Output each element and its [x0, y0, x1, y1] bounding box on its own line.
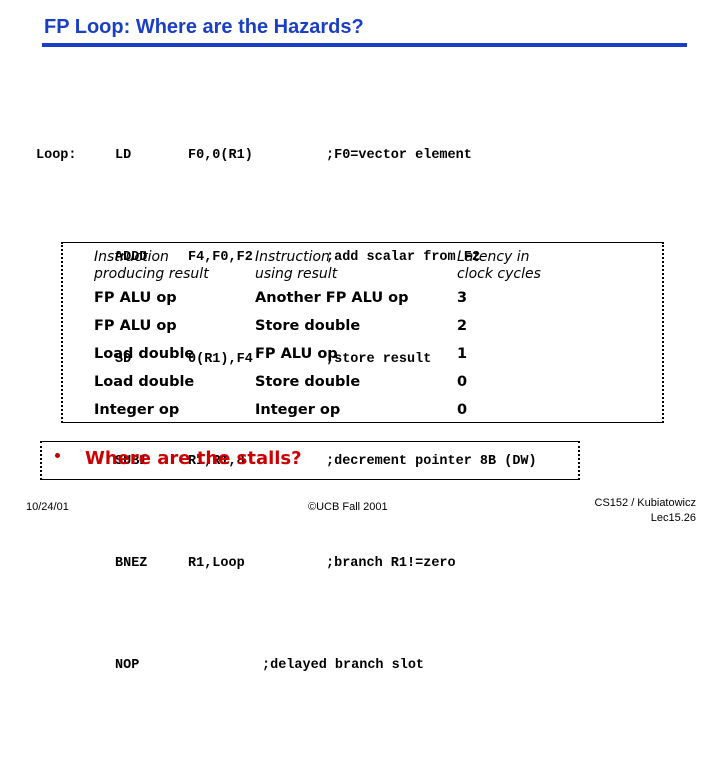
- table-header-producing: Instruction producing result: [94, 249, 209, 282]
- table-cell-latency: 3: [457, 290, 468, 306]
- table-cell-using: Another FP ALU op: [255, 290, 409, 306]
- table-cell-producing: FP ALU op: [94, 318, 177, 334]
- code-line: BNEZ R1,Loop ;branch R1!=zero: [36, 551, 456, 577]
- footer-course: CS152 / Kubiatowicz: [594, 497, 697, 509]
- code-operands: F0,0(R1): [188, 147, 253, 163]
- code-opcode: BNEZ: [115, 555, 148, 571]
- table-cell-producing: FP ALU op: [94, 290, 177, 306]
- latency-table: Instruction producing result Instruction…: [61, 242, 664, 423]
- page-title: FP Loop: Where are the Hazards?: [44, 16, 364, 38]
- code-line: NOP ;delayed branch slot: [36, 653, 424, 679]
- table-cell-latency: 0: [457, 402, 468, 418]
- footer-date: 10/24/01: [26, 501, 69, 513]
- table-cell-using: Store double: [255, 374, 361, 390]
- footer-lecture: Lec15.26: [650, 512, 696, 524]
- bullet-icon: [55, 453, 60, 458]
- code-line: Loop: LD F0,0(R1) ;F0=vector element: [36, 143, 472, 169]
- table-cell-using: FP ALU op: [255, 346, 338, 362]
- table-cell-producing: Integer op: [94, 402, 180, 418]
- code-comment: ;branch R1!=zero: [326, 555, 456, 571]
- code-opcode: NOP: [115, 657, 140, 673]
- stalls-question-text: Where are the stalls?: [85, 448, 302, 469]
- table-cell-using: Integer op: [255, 402, 341, 418]
- table-cell-latency: 0: [457, 374, 468, 390]
- title-underline-rule: [42, 43, 687, 47]
- table-cell-producing: Load double: [94, 346, 195, 362]
- code-comment: ;delayed branch slot: [262, 657, 425, 673]
- stalls-callout-box: Where are the stalls?: [40, 441, 580, 480]
- table-cell-latency: 1: [457, 346, 468, 362]
- table-header-using: Instruction using result: [255, 249, 338, 282]
- code-comment: ;F0=vector element: [326, 147, 472, 163]
- table-cell-latency: 2: [457, 318, 468, 334]
- code-operands: R1,Loop: [188, 555, 245, 571]
- table-header-latency: Latency in clock cycles: [457, 249, 541, 282]
- code-opcode: LD: [115, 147, 132, 163]
- code-label: Loop:: [36, 147, 77, 163]
- table-cell-using: Store double: [255, 318, 361, 334]
- footer-copyright: ©UCB Fall 2001: [308, 501, 388, 513]
- table-cell-producing: Load double: [94, 374, 195, 390]
